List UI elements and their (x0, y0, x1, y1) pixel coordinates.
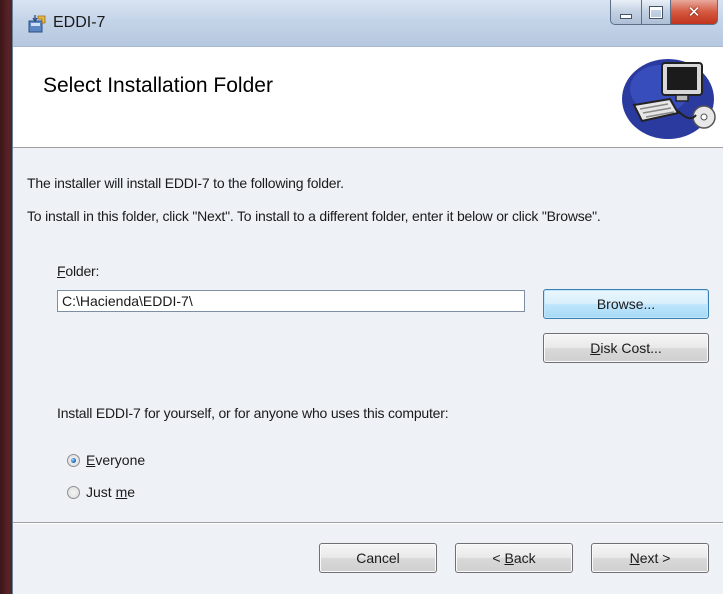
folder-label: Folder: (57, 263, 99, 279)
maximize-icon (650, 6, 662, 18)
folder-label-text: older: (65, 263, 100, 279)
everyone-label-rest: veryone (95, 452, 146, 468)
radio-everyone[interactable]: Everyone (67, 452, 145, 468)
just-me-label-rest: e (127, 484, 136, 500)
radio-just-me[interactable]: Just me (67, 484, 135, 500)
back-prefix: < (492, 550, 505, 566)
back-mnemonic: B (504, 550, 514, 566)
folder-path-input[interactable] (57, 290, 525, 312)
next-button[interactable]: Next > (591, 543, 709, 573)
disk-cost-button[interactable]: Disk Cost... (543, 333, 709, 363)
browse-button[interactable]: Browse... (543, 289, 709, 319)
radio-everyone-label: Everyone (86, 452, 145, 468)
disk-cost-label: isk Cost... (600, 340, 662, 356)
caption-buttons: ✕ (610, 0, 718, 26)
title-bar[interactable]: EDDI-7 ✕ (13, 0, 723, 47)
intro-text: The installer will install EDDI-7 to the… (27, 175, 344, 191)
install-scope-prompt: Install EDDI-7 for yourself, or for anyo… (57, 405, 449, 421)
cancel-button[interactable]: Cancel (319, 543, 437, 573)
radio-button-unchecked[interactable] (67, 485, 80, 499)
header-banner: Select Installation Folder (13, 47, 723, 148)
next-label-rest: ext > (639, 550, 671, 566)
back-button[interactable]: < Back (455, 543, 573, 573)
next-mnemonic: N (629, 550, 640, 566)
just-me-prefix: Just (86, 484, 116, 500)
disk-cost-mnemonic: D (590, 340, 601, 356)
window-title: EDDI-7 (53, 14, 106, 31)
close-icon: ✕ (687, 4, 701, 21)
installer-app-icon (28, 15, 46, 33)
everyone-mnemonic: E (86, 452, 96, 468)
close-button[interactable]: ✕ (671, 0, 718, 25)
maximize-button[interactable] (642, 0, 671, 25)
back-label-rest: ack (513, 550, 536, 566)
radio-button-checked[interactable] (67, 453, 80, 467)
minimize-button[interactable] (610, 0, 642, 25)
installer-window: EDDI-7 ✕ Select Installation Folder The … (12, 0, 723, 594)
page-title: Select Installation Folder (43, 74, 273, 97)
instruction-text: To install in this folder, click "Next".… (27, 208, 601, 224)
computer-install-icon (622, 59, 716, 139)
minimize-icon (620, 13, 632, 19)
radio-just-me-label: Just me (86, 484, 135, 500)
radio-selected-dot (71, 457, 76, 463)
just-me-mnemonic: m (115, 484, 128, 500)
footer-separator (13, 522, 723, 524)
